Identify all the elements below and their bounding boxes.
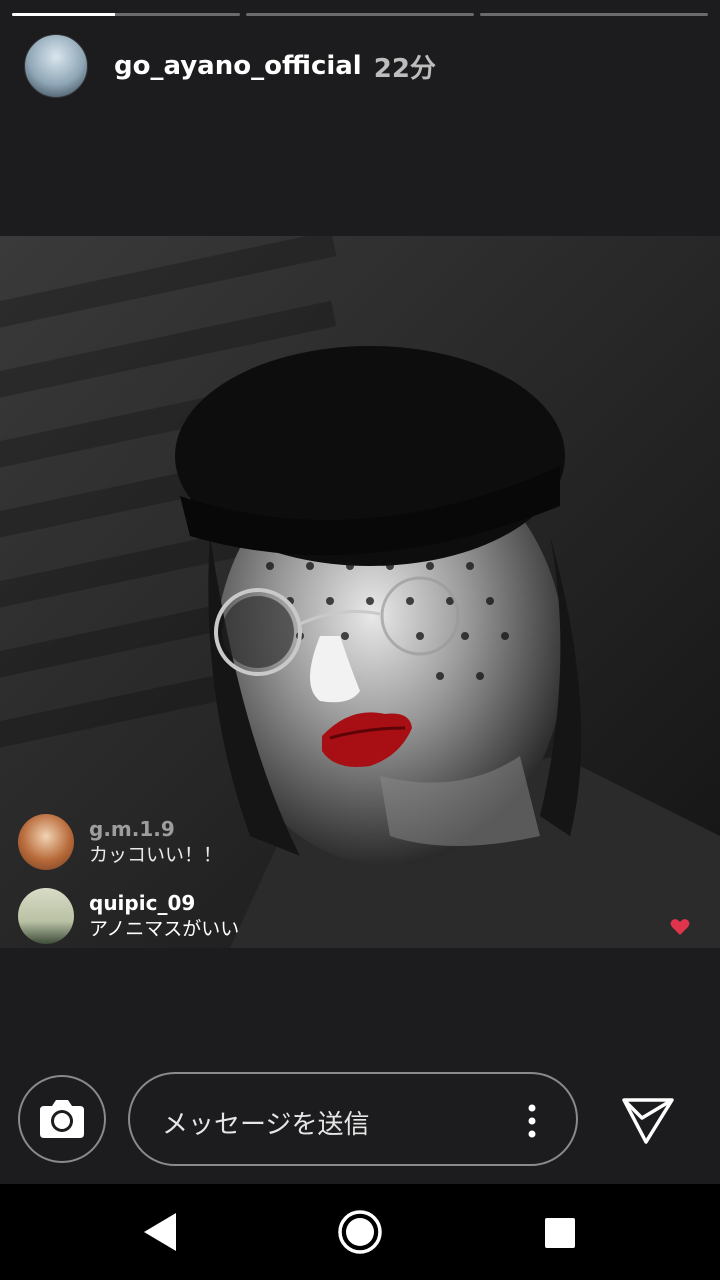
post-time: 22分 xyxy=(373,53,436,84)
progress-segment-1 xyxy=(12,13,240,16)
camera-button[interactable] xyxy=(18,1075,106,1163)
comment-item: g.m.1.9 カッコいい！！ xyxy=(18,814,222,870)
comment-message: カッコいい！！ xyxy=(89,844,223,866)
progress-segment-2 xyxy=(246,13,474,16)
message-input[interactable]: メッセージを送信 xyxy=(128,1072,578,1166)
comment-item: quipic_09 アノニマスがいい xyxy=(18,888,239,944)
story-header: go_ayano_official 22分 xyxy=(24,34,436,98)
recent-apps-square-icon[interactable] xyxy=(545,1218,575,1248)
system-navigation-bar xyxy=(0,1184,720,1280)
profile-avatar[interactable] xyxy=(24,34,88,98)
commenter-avatar[interactable] xyxy=(18,814,74,870)
comment-username[interactable]: g.m.1.9 xyxy=(89,816,222,842)
more-vertical-icon[interactable] xyxy=(528,1104,536,1138)
message-placeholder: メッセージを送信 xyxy=(162,1110,370,1140)
heart-icon xyxy=(670,919,690,935)
message-composer: メッセージを送信 xyxy=(0,1072,720,1170)
comment-username[interactable]: quipic_09 xyxy=(89,890,239,916)
username[interactable]: go_ayano_official xyxy=(114,51,362,81)
home-circle-icon[interactable] xyxy=(337,1209,383,1255)
back-triangle-icon[interactable] xyxy=(142,1211,178,1253)
commenter-avatar[interactable] xyxy=(18,888,74,944)
progress-segment-3 xyxy=(480,13,708,16)
comment-message: アノニマスがいい xyxy=(89,918,240,940)
camera-icon xyxy=(40,1100,84,1138)
story-progress-bar xyxy=(12,13,708,17)
send-icon[interactable] xyxy=(620,1094,676,1146)
